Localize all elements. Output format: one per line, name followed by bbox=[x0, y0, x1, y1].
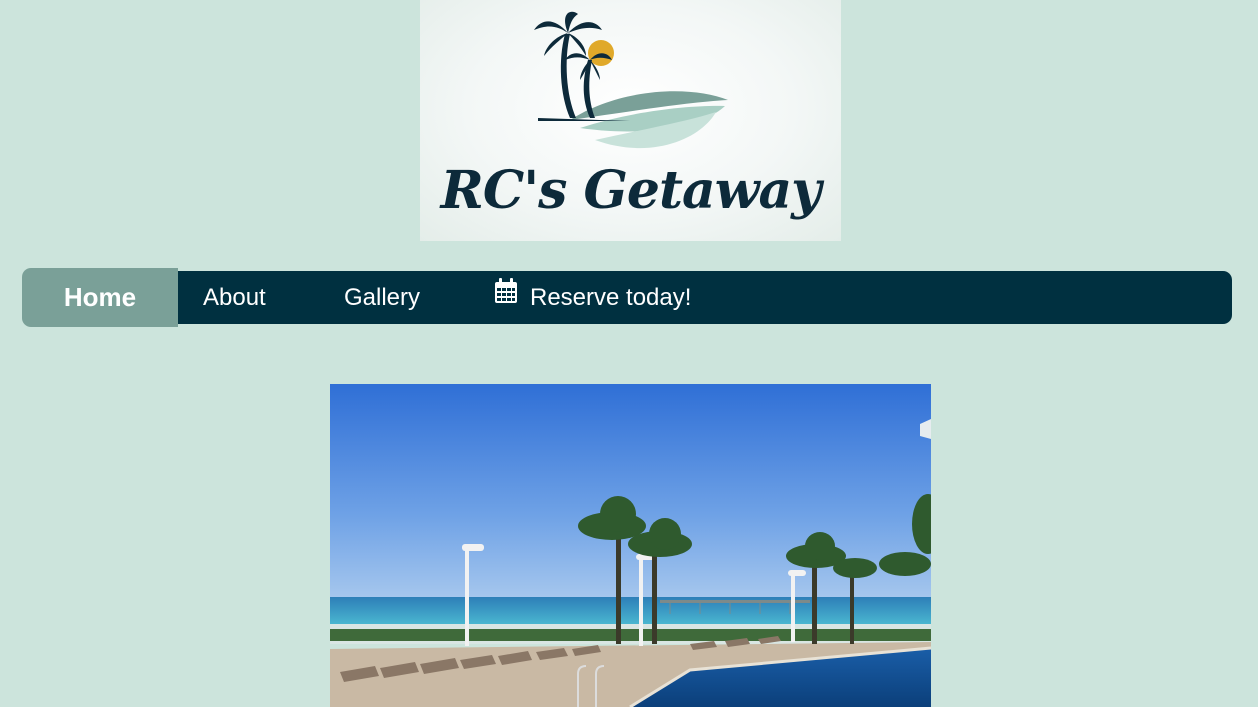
main-nav: Home About Gallery Reserve today! bbox=[22, 268, 1232, 327]
calendar-icon bbox=[494, 270, 518, 323]
nav-item-home[interactable]: Home bbox=[22, 268, 178, 327]
logo-title: RC's Getaway bbox=[440, 160, 822, 221]
site-logo[interactable]: RC's Getaway bbox=[420, 0, 841, 241]
hero-image bbox=[330, 384, 931, 707]
nav-item-gallery[interactable]: Gallery bbox=[344, 271, 420, 324]
nav-item-reserve[interactable]: Reserve today! bbox=[494, 271, 691, 324]
nav-item-about[interactable]: About bbox=[203, 271, 266, 324]
nav-item-reserve-label: Reserve today! bbox=[530, 284, 692, 311]
